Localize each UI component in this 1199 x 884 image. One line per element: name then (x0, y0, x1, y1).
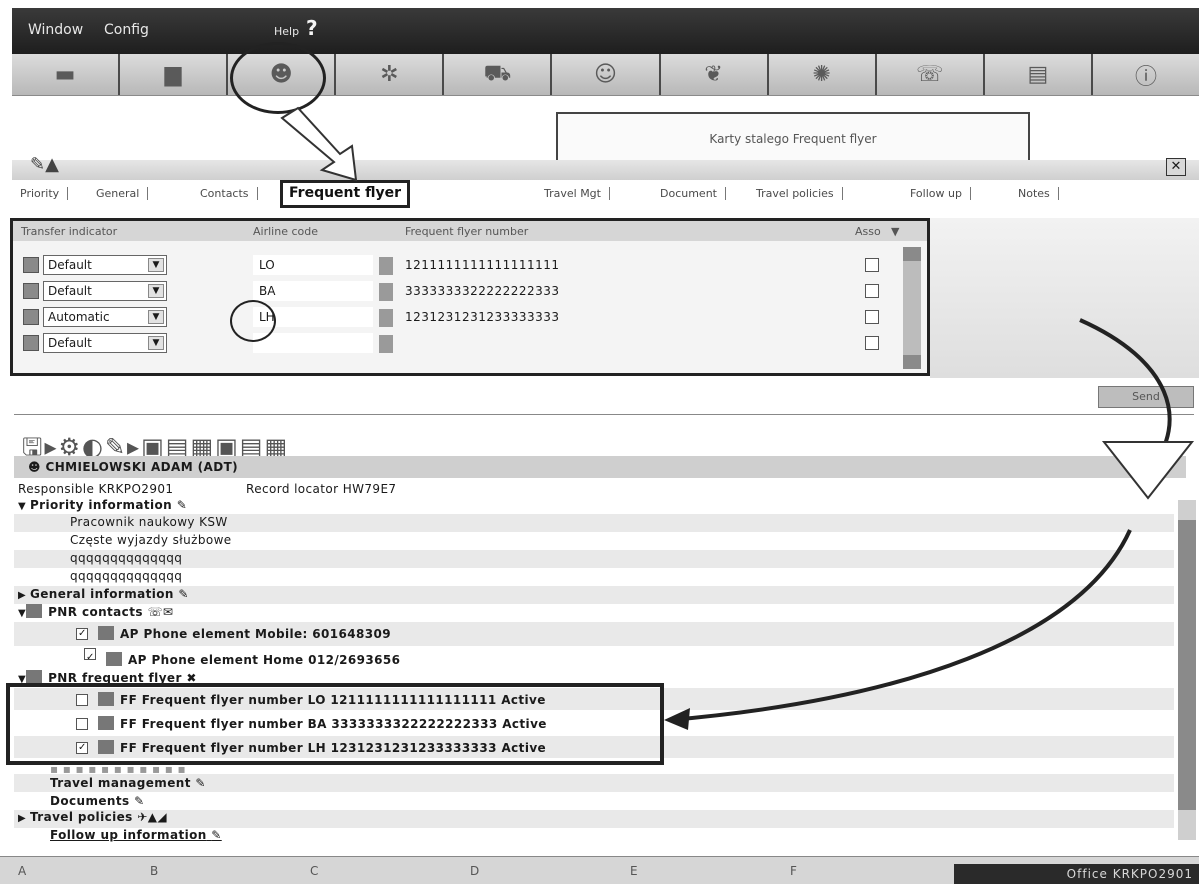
status-c[interactable]: C (310, 864, 318, 878)
annotation-arrows (280, 106, 1195, 730)
arrow-down-tab (280, 106, 358, 182)
status-d[interactable]: D (470, 864, 479, 878)
office-id: Office KRKPO2901 (954, 864, 1199, 884)
status-f[interactable]: F (790, 864, 797, 878)
arrow-curve-left (669, 529, 1132, 722)
status-e[interactable]: E (630, 864, 638, 878)
arrow-head-black (664, 708, 690, 730)
arrow-head-white (1101, 441, 1195, 500)
status-b[interactable]: B (150, 864, 158, 878)
status-a[interactable]: A (18, 864, 26, 878)
